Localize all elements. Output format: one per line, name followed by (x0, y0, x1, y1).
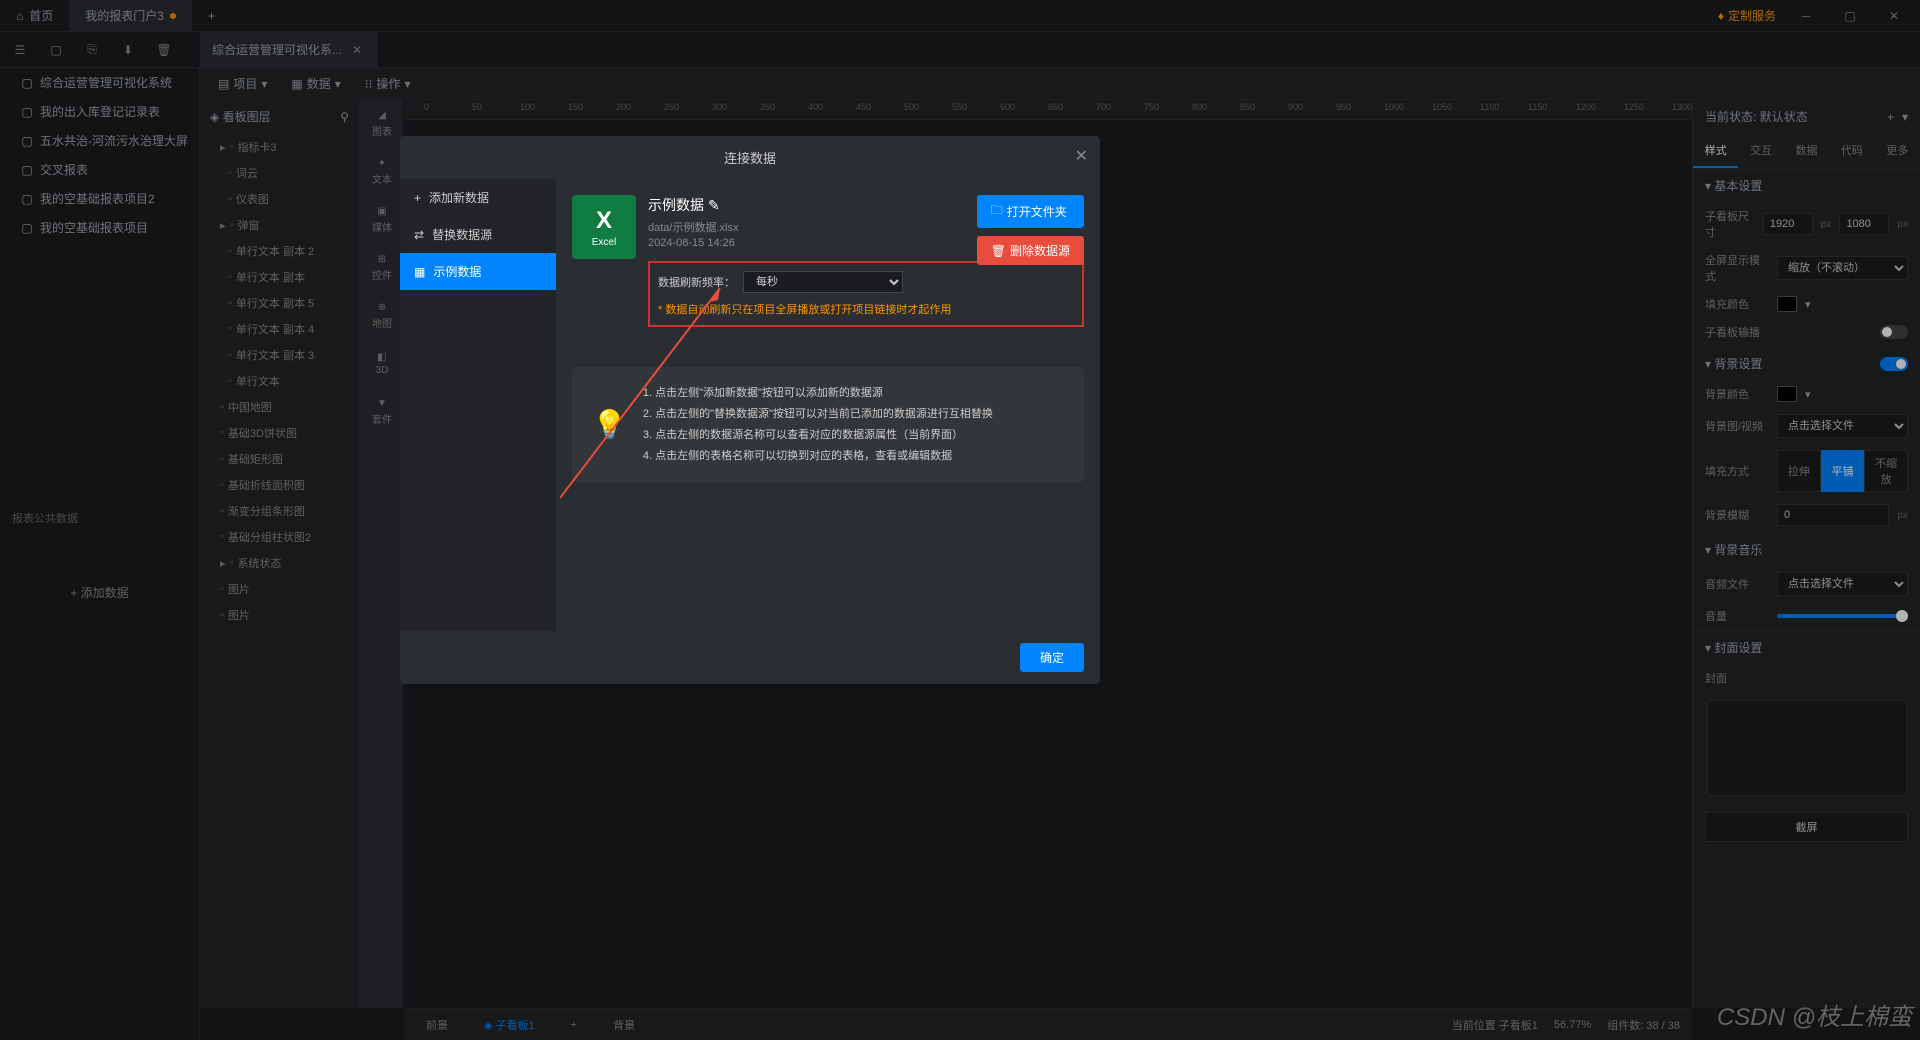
modal-close-button[interactable]: ✕ (1075, 146, 1088, 166)
modal-main: X Excel 示例数据✎ data/示例数据.xlsx 2024-08-15 … (556, 179, 1100, 631)
replace-data-button[interactable]: ⇄替换数据源 (400, 216, 556, 253)
modal-overlay: 连接数据 ✕ +添加新数据 ⇄替换数据源 ▦示例数据 X Excel 示例数据✎… (0, 0, 1920, 1040)
table-icon: ▦ (414, 265, 425, 279)
folder-icon: 🗀 (991, 201, 1003, 222)
trash-icon: 🗑 (991, 244, 1006, 258)
refresh-label: 数据刷新频率： (658, 274, 735, 290)
edit-icon[interactable]: ✎ (708, 197, 720, 214)
swap-icon: ⇄ (414, 228, 424, 242)
help-line: 4. 点击左侧的表格名称可以切换到对应的表格，查看或编辑数据 (643, 446, 993, 467)
modal-header: 连接数据 ✕ (400, 136, 1100, 179)
sample-data-item[interactable]: ▦示例数据 (400, 253, 556, 290)
help-line: 3. 点击左侧的数据源名称可以查看对应的数据源属性（当前界面） (643, 425, 993, 446)
help-line: 2. 点击左侧的"替换数据源"按钮可以对当前已添加的数据源进行互相替换 (643, 404, 993, 425)
delete-source-button[interactable]: 🗑删除数据源 (977, 236, 1084, 265)
lightbulb-icon: 💡 (592, 408, 627, 441)
refresh-frequency-select[interactable]: 每秒 (743, 271, 903, 293)
connect-data-modal: 连接数据 ✕ +添加新数据 ⇄替换数据源 ▦示例数据 X Excel 示例数据✎… (400, 136, 1100, 684)
excel-icon: X Excel (572, 195, 636, 259)
refresh-note: * 数据自动刷新只在项目全屏播放或打开项目链接时才起作用 (658, 301, 1074, 317)
open-folder-button[interactable]: 🗀打开文件夹 (977, 195, 1084, 228)
modal-title: 连接数据 (724, 151, 776, 166)
modal-sidebar: +添加新数据 ⇄替换数据源 ▦示例数据 (400, 179, 556, 631)
refresh-settings-box: 数据刷新频率： 每秒 * 数据自动刷新只在项目全屏播放或打开项目链接时才起作用 (648, 261, 1084, 327)
plus-icon: + (414, 191, 421, 205)
add-new-data-button[interactable]: +添加新数据 (400, 179, 556, 216)
help-line: 1. 点击左侧"添加新数据"按钮可以添加新的数据源 (643, 383, 993, 404)
help-box: 💡 1. 点击左侧"添加新数据"按钮可以添加新的数据源 2. 点击左侧的"替换数… (572, 367, 1084, 483)
confirm-button[interactable]: 确定 (1020, 643, 1084, 672)
